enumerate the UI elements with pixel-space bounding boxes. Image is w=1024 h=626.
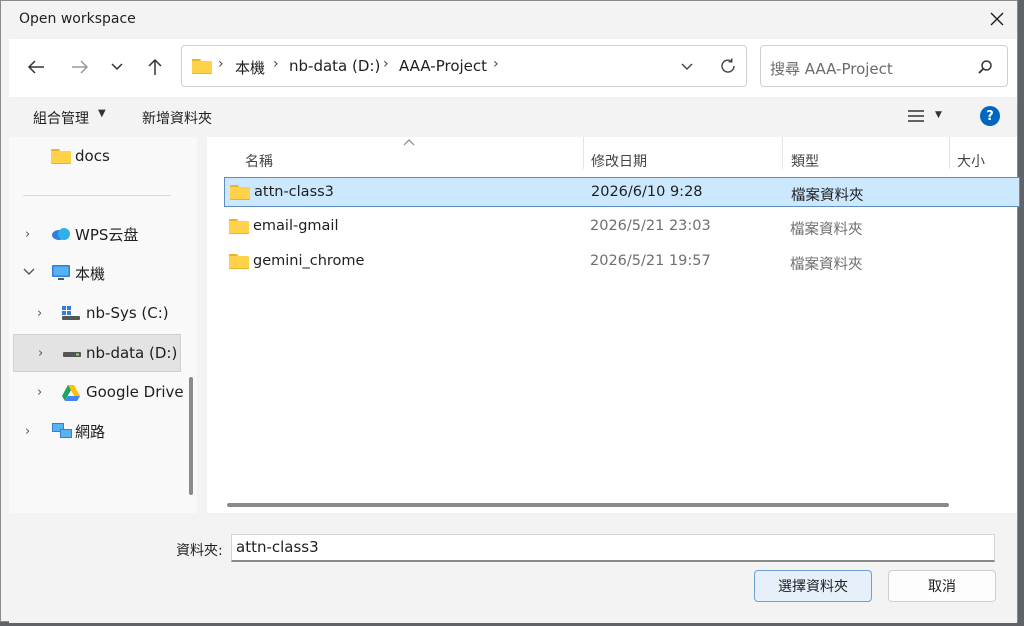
file-type: 檔案資料夾 [791, 188, 864, 204]
chevron-down-icon[interactable] [680, 62, 694, 72]
select-folder-button[interactable]: 選擇資料夾 [754, 570, 872, 602]
file-type: 檔案資料夾 [790, 222, 863, 238]
refresh-icon[interactable] [719, 57, 737, 75]
sidebar-item-nb-sys[interactable]: › nb-Sys (C:) [9, 294, 189, 332]
search-box[interactable]: 搜尋 AAA-Project [760, 45, 1008, 87]
column-header-size[interactable]: 大小 [957, 151, 985, 171]
chevron-right-icon: › [383, 56, 389, 72]
address-bar[interactable]: › 本機 › nb-data (D:) › AAA-Project › [181, 45, 747, 87]
new-folder-button[interactable]: 新增資料夾 [142, 108, 212, 128]
search-icon[interactable] [977, 59, 993, 75]
table-row[interactable]: gemini_chrome 2026/5/21 19:57 檔案資料夾 [224, 247, 1020, 277]
folder-icon [230, 185, 250, 200]
file-type: 檔案資料夾 [790, 257, 863, 273]
folder-icon [51, 149, 71, 164]
arrow-up-icon [148, 58, 162, 75]
chevron-right-icon[interactable]: › [37, 306, 42, 321]
dropdown-arrow-icon[interactable]: ▼ [935, 110, 942, 120]
breadcrumb-this-pc[interactable]: 本機 [235, 57, 265, 78]
breadcrumb-aaa-project[interactable]: AAA-Project [399, 57, 487, 75]
column-header-type[interactable]: 類型 [791, 151, 819, 171]
sort-ascending-icon [403, 139, 415, 146]
table-row[interactable]: attn-class3 2026/6/10 9:28 檔案資料夾 [224, 177, 1020, 207]
close-icon [990, 12, 1004, 26]
close-button[interactable] [981, 5, 1013, 33]
column-divider[interactable] [583, 137, 584, 169]
arrow-left-icon [27, 60, 44, 74]
sidebar-item-nb-data[interactable]: › nb-data (D:) [13, 334, 181, 372]
file-name: attn-class3 [254, 184, 334, 200]
file-modified: 2026/6/10 9:28 [591, 184, 703, 200]
network-icon [52, 423, 72, 438]
column-divider[interactable] [949, 137, 950, 169]
chevron-right-icon: › [218, 56, 224, 72]
forward-button[interactable] [65, 52, 95, 82]
folder-icon [192, 59, 212, 74]
sidebar-item-label: WPS云盘 [75, 225, 139, 244]
chevron-down-icon [111, 63, 123, 71]
chevron-right-icon[interactable]: › [37, 385, 42, 400]
folder-icon [229, 219, 249, 234]
breadcrumb-nb-data[interactable]: nb-data (D:) [289, 57, 380, 75]
drive-icon [63, 352, 81, 357]
folder-icon [229, 254, 249, 269]
window-title: Open workspace [19, 11, 136, 27]
chevron-right-icon[interactable]: › [38, 346, 43, 361]
view-options-icon[interactable] [908, 110, 924, 122]
cancel-button[interactable]: 取消 [888, 570, 996, 602]
table-row[interactable]: email-gmail 2026/5/21 23:03 檔案資料夾 [224, 212, 1020, 242]
dropdown-arrow-icon: ▼ [98, 108, 106, 119]
organize-button[interactable]: 組合管理 [33, 108, 89, 128]
sidebar-item-label: nb-Sys (C:) [86, 304, 169, 322]
chevron-right-icon: › [493, 56, 499, 72]
sidebar-item-label: nb-data (D:) [86, 344, 178, 362]
recent-locations-button[interactable] [102, 52, 132, 82]
column-divider[interactable] [782, 137, 783, 169]
search-input[interactable]: 搜尋 AAA-Project [770, 58, 893, 79]
dialog-footer [9, 513, 1017, 623]
folder-field-label: 資料夾: [176, 543, 223, 559]
column-header-modified[interactable]: 修改日期 [591, 151, 647, 171]
divider [23, 195, 171, 196]
file-name: gemini_chrome [253, 253, 365, 269]
file-name: email-gmail [253, 218, 339, 234]
drive-icon [62, 306, 80, 320]
sidebar-item-label: Google Drive [86, 383, 184, 401]
chevron-right-icon[interactable]: › [25, 424, 30, 439]
horizontal-scrollbar[interactable] [227, 503, 949, 507]
sidebar-scrollbar[interactable] [189, 377, 193, 495]
file-list: 名稱 修改日期 類型 大小 attn-class3 2026/6/10 9:28… [207, 137, 1020, 513]
chevron-right-icon[interactable]: › [25, 227, 30, 242]
sidebar-item-network[interactable]: › 網路 [9, 412, 189, 450]
google-drive-icon [62, 385, 80, 401]
arrow-right-icon [72, 60, 89, 74]
computer-icon [52, 265, 70, 280]
sidebar-item-label: 網路 [75, 422, 106, 441]
cloud-icon [52, 228, 70, 240]
sidebar-item-docs[interactable]: docs [9, 137, 189, 175]
file-modified: 2026/5/21 23:03 [590, 218, 711, 234]
sidebar-item-google-drive[interactable]: › Google Drive [9, 373, 189, 411]
sidebar-item-wps-cloud[interactable]: › WPS云盘 [9, 215, 189, 253]
open-workspace-dialog: Open workspace › 本機 › nb-data (D:) › AAA… [0, 0, 1020, 623]
title-bar: Open workspace [1, 1, 1017, 37]
chevron-right-icon: › [273, 56, 279, 72]
file-modified: 2026/5/21 19:57 [590, 253, 711, 269]
sidebar-item-this-pc[interactable]: 本機 [9, 254, 189, 292]
chevron-down-icon[interactable] [23, 268, 35, 276]
back-button[interactable] [21, 52, 51, 82]
folder-name-input[interactable]: attn-class3 [231, 534, 995, 562]
command-bar: 組合管理 ▼ 新增資料夾 ▼ ? [9, 97, 1017, 137]
help-icon[interactable]: ? [980, 106, 1000, 126]
sidebar-item-label: docs [75, 147, 110, 165]
column-header-name[interactable]: 名稱 [245, 151, 273, 171]
up-button[interactable] [140, 52, 170, 82]
navigation-pane: docs › WPS云盘 本機 › nb-Sys (C:) › nb-data … [9, 137, 197, 513]
sidebar-item-label: 本機 [75, 264, 106, 283]
